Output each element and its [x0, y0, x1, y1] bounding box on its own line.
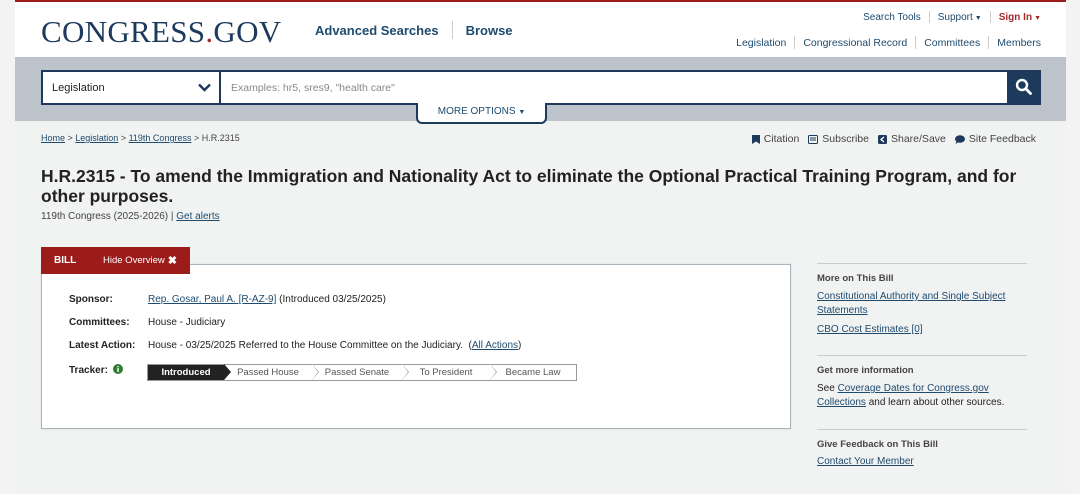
bill-title: H.R.2315 - To amend the Immigration and … — [41, 166, 1017, 206]
caret-down-icon: ▼ — [1034, 14, 1041, 22]
feedback-heading: Give Feedback on This Bill — [817, 439, 938, 450]
latest-action-row: Latest Action: House - 03/25/2025 Referr… — [69, 340, 522, 351]
browse-link[interactable]: Browse — [466, 23, 513, 38]
legislation-link[interactable]: Legislation — [736, 37, 786, 49]
share-save-button[interactable]: Share/Save — [878, 133, 946, 145]
collection-select-value: Legislation — [52, 81, 105, 94]
constitutional-authority-link[interactable]: Constitutional Authority and Single Subj… — [817, 290, 1027, 318]
subscribe-label: Subscribe — [822, 133, 869, 145]
bill-overview-panel: Sponsor: Rep. Gosar, Paul A. [R-AZ-9] (I… — [41, 264, 791, 429]
bill-tab-label: BILL — [54, 255, 77, 266]
cbo-cost-estimates-link[interactable]: CBO Cost Estimates [0] — [817, 323, 1027, 337]
committees-row: Committees: House - Judiciary — [69, 317, 225, 328]
section-nav: Legislation Congressional Record Committ… — [736, 36, 1041, 49]
more-options-toggle[interactable]: MORE OPTIONS ▼ — [416, 103, 547, 124]
committees-label: Committees: — [69, 317, 130, 328]
bill-tab[interactable]: BILL Hide Overview ✖ — [41, 247, 190, 274]
logo-text-tld: GOV — [213, 14, 282, 49]
congress-gov-logo[interactable]: CONGRESS.GOV — [41, 14, 281, 50]
citation-button[interactable]: Citation — [751, 133, 800, 145]
more-options-label: MORE OPTIONS — [437, 106, 516, 117]
advanced-searches-link[interactable]: Advanced Searches — [315, 23, 439, 38]
share-save-label: Share/Save — [891, 133, 946, 145]
support-menu[interactable]: Support ▼ — [938, 12, 982, 23]
hide-overview-button[interactable]: Hide Overview ✖ — [103, 254, 177, 267]
search-icon — [1015, 78, 1032, 98]
site-feedback-button[interactable]: Site Feedback — [954, 133, 1036, 145]
close-icon: ✖ — [167, 255, 177, 267]
nav-divider — [928, 11, 930, 23]
bill-tracker: Introduced Passed House Passed Senate To… — [147, 364, 577, 381]
get-alerts-link[interactable]: Get alerts — [176, 211, 219, 222]
page-tools: Citation Subscribe Share/Save Site Feedb… — [743, 133, 1036, 145]
sponsor-label: Sponsor: — [69, 294, 113, 305]
tracker-stage-to-president: To President — [402, 364, 497, 380]
sponsor-row: Sponsor: Rep. Gosar, Paul A. [R-AZ-9] (I… — [69, 294, 386, 305]
all-actions-link[interactable]: All Actions — [472, 340, 518, 351]
breadcrumb-current: H.R.2315 — [201, 133, 240, 143]
search-tools-link[interactable]: Search Tools — [863, 12, 921, 23]
subscribe-button[interactable]: Subscribe — [808, 133, 869, 145]
tracker-stage-passed-house: Passed House — [224, 364, 319, 380]
nav-divider — [794, 36, 796, 49]
bookmark-icon — [751, 134, 760, 144]
chevron-down-icon — [198, 81, 211, 95]
congressional-record-link[interactable]: Congressional Record — [803, 37, 907, 49]
tracker-stage-introduced: Introduced — [148, 364, 231, 380]
nav-divider — [451, 21, 453, 39]
sign-in-menu[interactable]: Sign In ▼ — [999, 12, 1041, 23]
logo-text-main: CONGRESS — [41, 14, 206, 49]
citation-label: Citation — [763, 133, 800, 145]
chevron-down-icon: ▼ — [518, 109, 526, 116]
support-label: Support — [937, 11, 973, 23]
page-frame: CONGRESS.GOV Advanced Searches Browse Se… — [15, 0, 1066, 494]
committees-link[interactable]: Committees — [924, 37, 980, 49]
sign-in-label: Sign In — [998, 11, 1033, 23]
members-link[interactable]: Members — [997, 37, 1041, 49]
latest-action-label: Latest Action: — [69, 340, 136, 351]
search-button[interactable] — [1007, 72, 1039, 103]
introduced-date: (Introduced 03/25/2025) — [279, 294, 386, 305]
breadcrumb-legislation[interactable]: Legislation — [75, 133, 118, 143]
speech-bubble-icon — [954, 134, 965, 144]
site-feedback-label: Site Feedback — [968, 133, 1036, 145]
search-band: Legislation Examples: hr5, sres9, "healt… — [15, 57, 1066, 124]
nav-divider — [915, 36, 917, 49]
breadcrumb-home[interactable]: Home — [41, 133, 65, 143]
nav-divider — [989, 11, 991, 23]
breadcrumb: Home > Legislation > 119th Congress > H.… — [41, 133, 240, 143]
nav-divider — [988, 36, 990, 49]
search-input[interactable]: Examples: hr5, sres9, "health care" — [221, 72, 1007, 103]
sidebar-more-info: Get more information See Coverage Dates … — [817, 355, 1027, 410]
breadcrumb-congress[interactable]: 119th Congress — [129, 133, 192, 143]
tracker-stage-passed-senate: Passed Senate — [312, 364, 409, 380]
congress-info: 119th Congress (2025-2026) | Get alerts — [41, 211, 220, 222]
divider — [817, 355, 1027, 356]
more-info-heading: Get more information — [817, 365, 914, 376]
committees-value: House - Judiciary — [148, 317, 226, 328]
congress-session: 119th Congress (2025-2026) — [41, 211, 169, 222]
caret-down-icon: ▼ — [974, 14, 982, 22]
sponsor-link[interactable]: Rep. Gosar, Paul A. [R-AZ-9] — [148, 294, 276, 305]
main-nav: Advanced Searches Browse — [315, 21, 513, 39]
latest-action-value: House - 03/25/2025 Referred to the House… — [148, 340, 463, 351]
tracker-row: Tracker: — [69, 364, 148, 377]
contact-your-member-link[interactable]: Contact Your Member — [817, 455, 1027, 469]
search-bar: Legislation Examples: hr5, sres9, "healt… — [41, 70, 1041, 105]
more-info-text: See Coverage Dates for Congress.gov Coll… — [817, 383, 1005, 408]
tracker-label: Tracker: — [69, 364, 148, 377]
sidebar-more-on-bill: More on This Bill Constitutional Authori… — [817, 263, 1027, 337]
site-header: CONGRESS.GOV Advanced Searches Browse Se… — [15, 2, 1066, 57]
tracker-stage-became-law: Became Law — [505, 367, 561, 378]
utility-nav: Search Tools Support ▼ Sign In ▼ — [863, 11, 1041, 23]
subscribe-icon — [808, 134, 819, 144]
divider — [817, 429, 1027, 430]
more-on-bill-heading: More on This Bill — [817, 273, 894, 284]
share-icon — [878, 134, 887, 144]
info-icon[interactable] — [112, 364, 123, 377]
sidebar-feedback: Give Feedback on This Bill Contact Your … — [817, 429, 1027, 469]
collection-select[interactable]: Legislation — [43, 72, 221, 103]
divider — [817, 263, 1027, 264]
